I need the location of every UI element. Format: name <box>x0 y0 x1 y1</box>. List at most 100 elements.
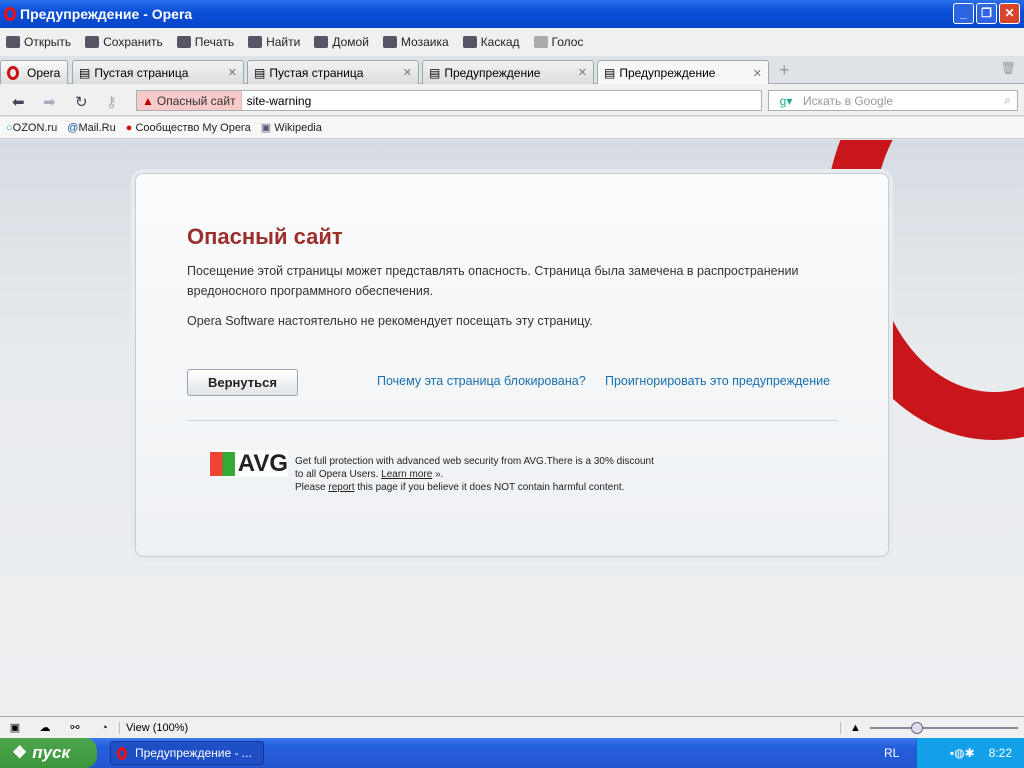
bookmarks-bar: ○OZON.ru @Mail.Ru ● Сообщество My Opera … <box>0 117 1024 139</box>
label: Каскад <box>480 35 520 49</box>
close-tab-icon[interactable]: ✕ <box>578 66 587 79</box>
bookmark-wikipedia[interactable]: ▣ Wikipedia <box>261 121 322 134</box>
panel-toggle-icon[interactable]: ▣ <box>0 721 30 734</box>
page-icon: ▤ <box>254 65 266 80</box>
zoom-slider-knob[interactable] <box>910 721 923 734</box>
url-text: site-warning <box>246 93 312 108</box>
url-field[interactable]: ▲ Опасный сайт site-warning <box>136 90 762 111</box>
forward-button[interactable]: ➡ <box>43 93 56 111</box>
divider <box>187 420 838 421</box>
close-tab-icon[interactable]: ✕ <box>753 67 762 80</box>
security-badge[interactable]: ▲ Опасный сайт <box>137 91 242 110</box>
clock: 8:22 <box>988 746 1012 760</box>
opera-icon: ● <box>125 121 133 134</box>
tile-button[interactable]: Мозаика <box>382 35 449 49</box>
search-icon <box>248 36 263 48</box>
open-button[interactable]: Открыть <box>6 35 71 49</box>
label: Голос <box>551 35 584 49</box>
main-toolbar: Открыть Сохранить Печать Найти Домой Моз… <box>0 28 1024 56</box>
minimize-button[interactable]: _ <box>953 3 974 24</box>
label: Печать <box>194 35 235 49</box>
avg-logo-icon <box>210 451 235 476</box>
opera-menu-button[interactable]: Opera <box>0 60 68 84</box>
tray-icons[interactable]: ▪◍✱ <box>950 746 975 760</box>
cascade-icon <box>462 36 477 48</box>
avg-line-2-end: ». <box>432 469 444 480</box>
page-icon: ▤ <box>429 65 441 80</box>
report-link[interactable]: report <box>328 482 354 493</box>
start-button[interactable]: ❖ пуск <box>0 738 97 768</box>
new-tab-button[interactable]: + <box>779 60 790 81</box>
learn-more-link[interactable]: Learn more <box>381 469 432 480</box>
warning-icon: ▲ <box>142 93 154 108</box>
tab-warning-2[interactable]: ▤ Предупреждение ✕ <box>597 60 769 85</box>
warning-card: Опасный сайт Посещение этой страницы мож… <box>135 173 889 557</box>
page-icon: ▤ <box>604 66 616 80</box>
opera-icon <box>117 746 127 760</box>
tab-label: Пустая страница <box>94 65 189 80</box>
address-bar: ⬅ ➡ ↻ ⚷ ▲ Опасный сайт site-warning g▾ Ис… <box>0 84 1024 116</box>
label: Сообщество My Opera <box>135 121 251 134</box>
start-label: пуск <box>32 743 71 762</box>
taskbar-opera-window[interactable]: Предупреждение - ... <box>110 741 264 765</box>
status-bar: ▣ ☁ ⚯ ◔ View (100%) ▲ <box>0 716 1024 738</box>
why-blocked-link[interactable]: Почему эта страница блокирована? <box>377 374 586 388</box>
back-button[interactable]: ⬅ <box>12 93 25 111</box>
search-field[interactable]: g▾ Искать в Google ⌕ <box>768 90 1018 111</box>
search-placeholder: Искать в Google <box>803 93 894 108</box>
tile-icon <box>382 36 397 48</box>
page-icon: ▤ <box>79 65 91 80</box>
tab-warning-1[interactable]: ▤ Предупреждение ✕ <box>422 60 594 84</box>
expand-up-icon[interactable]: ▲ <box>840 721 870 734</box>
avg-line-3: Please <box>295 482 329 493</box>
bookmark-ozon[interactable]: ○OZON.ru <box>6 122 57 134</box>
avg-line-1: Get full protection with advanced web se… <box>295 456 654 467</box>
label: Wikipedia <box>274 122 322 134</box>
language-indicator[interactable]: RL <box>884 746 899 760</box>
save-button[interactable]: Сохранить <box>85 35 163 49</box>
label: Открыть <box>24 35 72 49</box>
zoom-slider[interactable] <box>870 721 1018 735</box>
maximize-button[interactable]: ❐ <box>976 3 997 24</box>
cascade-button[interactable]: Каскад <box>462 35 520 49</box>
taskbar: ❖ пуск Предупреждение - ... RL ▪◍✱ 8:22 <box>0 738 1024 768</box>
warning-text: Посещение этой страницы может представля… <box>187 264 799 298</box>
print-button[interactable]: Печать <box>176 35 235 49</box>
label: Мозаика <box>400 35 449 49</box>
trash-icon[interactable]: 🗑 <box>1001 61 1016 75</box>
ozon-icon: ○ <box>6 121 13 134</box>
task-label: Предупреждение - ... <box>135 746 252 760</box>
zoom-view-label[interactable]: View (100%) <box>120 722 840 734</box>
bookmark-my-opera[interactable]: ● Сообщество My Opera <box>126 122 251 134</box>
avg-text: Get full protection with advanced web se… <box>295 455 654 494</box>
voice-button[interactable]: Голос <box>533 35 584 49</box>
system-tray: ▪◍✱ 8:22 <box>916 738 1024 768</box>
avg-line-3-end: this page if you believe it does NOT con… <box>354 482 625 493</box>
bookmark-mailru[interactable]: @Mail.Ru <box>67 122 115 134</box>
key-icon: ⚷ <box>106 94 117 111</box>
windows-logo-icon: ❖ <box>12 743 28 762</box>
close-button[interactable]: ✕ <box>999 3 1020 24</box>
turbo-share-icon[interactable]: ⚯ <box>60 721 90 734</box>
close-tab-icon[interactable]: ✕ <box>403 66 412 79</box>
reload-button[interactable]: ↻ <box>75 93 88 111</box>
avg-logo: AVG <box>210 450 288 477</box>
find-button[interactable]: Найти <box>248 35 300 49</box>
opera-logo-icon <box>4 7 16 21</box>
go-back-button[interactable]: Вернуться <box>187 369 298 396</box>
window-title: Предупреждение - Opera <box>20 6 193 22</box>
ignore-warning-link[interactable]: Проигнорировать это предупреждение <box>605 374 830 388</box>
speed-dial-icon[interactable]: ◔ <box>90 721 120 734</box>
tab-blank-1[interactable]: ▤ Пустая страница ✕ <box>72 60 244 84</box>
page-content: Опасный сайт Посещение этой страницы мож… <box>0 140 1024 716</box>
google-icon[interactable]: g▾ <box>769 94 803 108</box>
unite-icon[interactable]: ☁ <box>30 721 60 734</box>
page-title: Опасный сайт <box>187 224 343 249</box>
label: Mail.Ru <box>78 121 116 134</box>
close-tab-icon[interactable]: ✕ <box>228 66 237 79</box>
search-icon[interactable]: ⌕ <box>1004 93 1011 108</box>
at-icon: @ <box>67 121 79 134</box>
home-button[interactable]: Домой <box>314 35 369 49</box>
tab-blank-2[interactable]: ▤ Пустая страница ✕ <box>247 60 419 84</box>
tab-label: Предупреждение <box>444 65 541 80</box>
